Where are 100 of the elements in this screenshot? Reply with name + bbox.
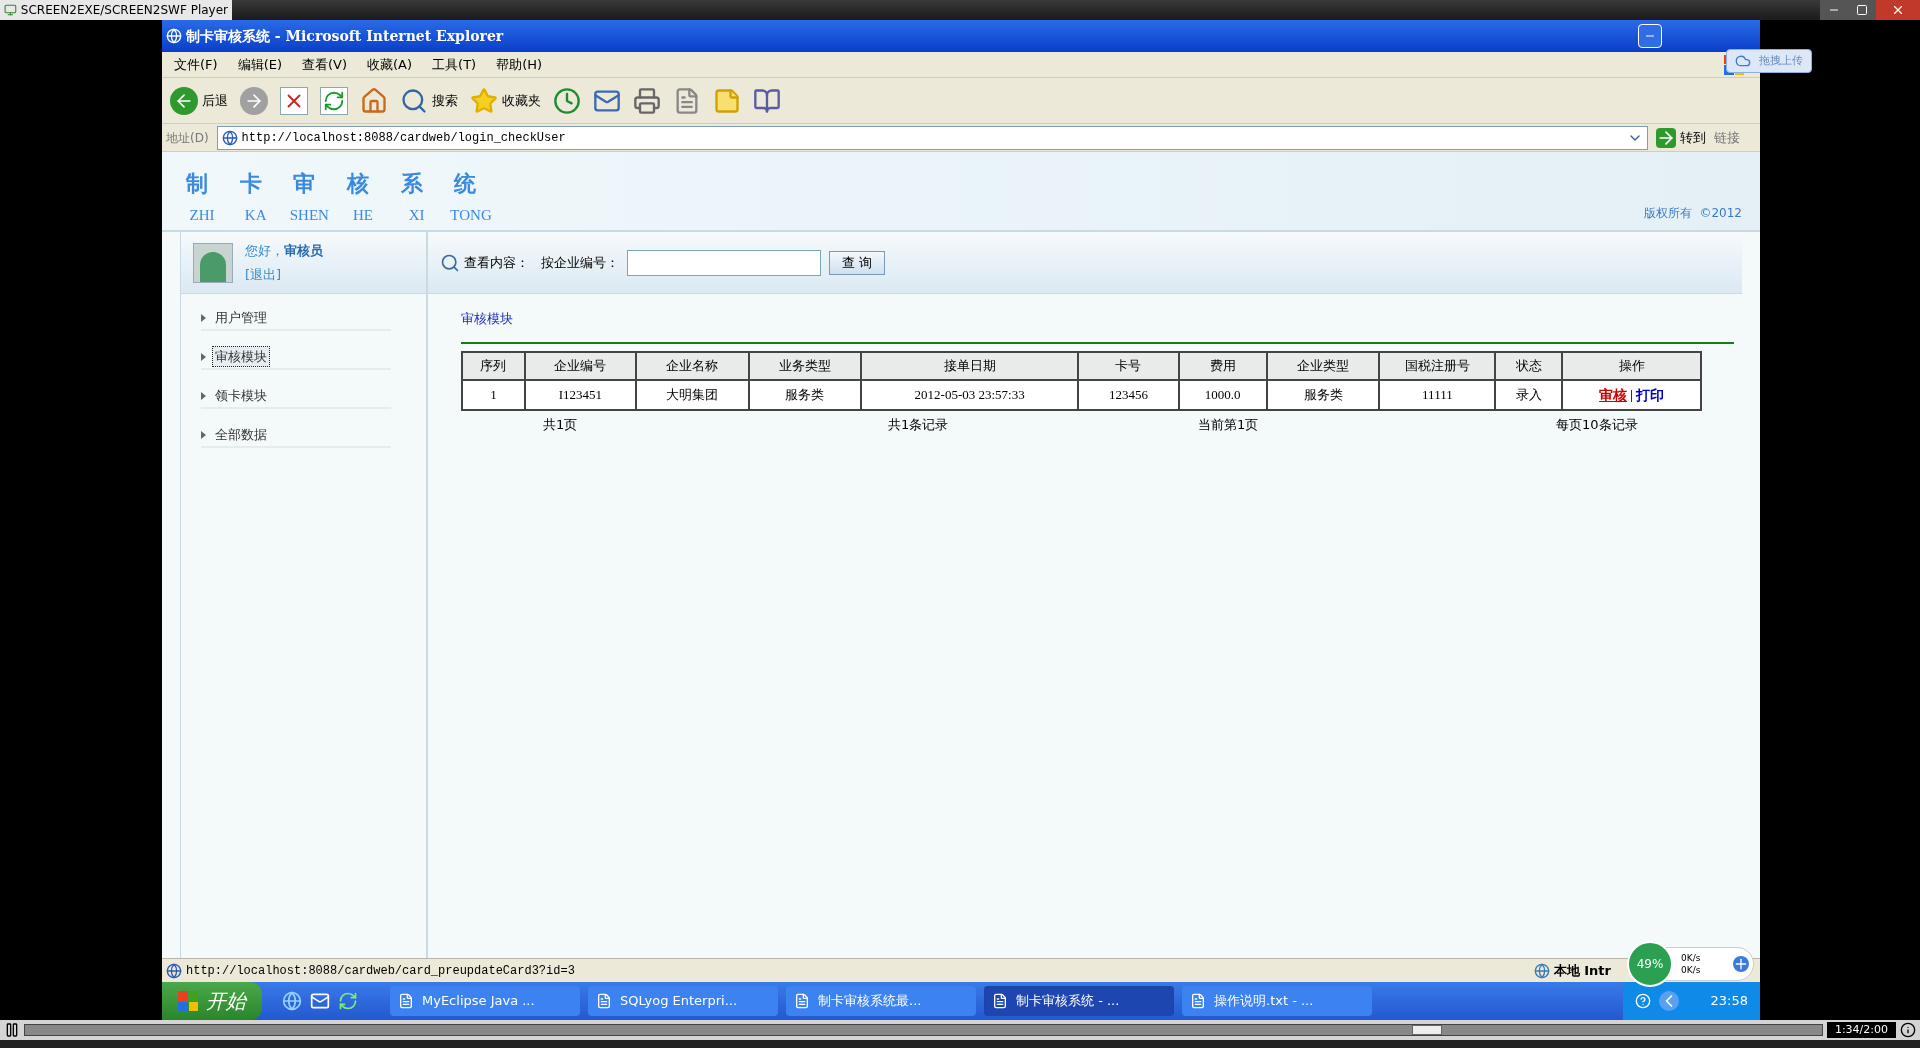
refresh-icon[interactable] <box>338 991 358 1011</box>
logo-character: 系 <box>399 169 424 198</box>
menu-item[interactable]: 文件(F) <box>170 54 222 75</box>
bullet-icon <box>201 391 206 400</box>
address-field[interactable]: http://localhost:8088/cardweb/login_checkUser <box>216 125 1648 150</box>
sidebar-item[interactable]: 审核模块 <box>212 345 270 368</box>
home-button[interactable] <box>360 86 388 115</box>
note-button[interactable] <box>713 86 741 115</box>
sidebar-item[interactable]: 用户管理 <box>212 306 270 329</box>
print-button[interactable] <box>633 86 661 115</box>
column-header: 操作 <box>1562 352 1701 380</box>
search-button[interactable]: 搜索 <box>400 86 458 115</box>
history-button[interactable] <box>553 86 581 115</box>
playback-time: 1:34/2:00 <box>1826 1021 1896 1039</box>
bullet-icon <box>201 430 206 439</box>
greeting: 您好，审核员 <box>245 242 323 260</box>
minimize-button[interactable] <box>1820 0 1848 20</box>
logo-pinyin: XI <box>407 205 426 225</box>
table-cell: 2012-05-03 23:57:33 <box>861 380 1078 410</box>
windows-logo-icon <box>178 991 198 1011</box>
mail-icon[interactable] <box>310 991 330 1011</box>
menu-item[interactable]: 工具(T) <box>428 54 481 75</box>
menu-item[interactable]: 收藏(A) <box>363 54 417 75</box>
section-title: 审核模块 <box>461 311 513 326</box>
taskbar-task[interactable]: 操作说明.txt - ... <box>1182 986 1372 1016</box>
add-icon[interactable] <box>1733 956 1749 972</box>
seek-track[interactable] <box>24 1024 1823 1036</box>
logo-pinyin: TONG <box>450 205 491 225</box>
go-button[interactable]: 转到 <box>1656 127 1706 148</box>
table-cell: 1 <box>462 380 525 410</box>
window-title: 制卡审核系统 - Microsoft Internet Explorer <box>186 26 504 46</box>
query-button[interactable]: 查 询 <box>829 250 886 275</box>
menu-item[interactable]: 编辑(E) <box>233 54 286 75</box>
sidebar-item[interactable]: 全部数据 <box>212 423 270 446</box>
menu-item[interactable]: 帮助(H) <box>492 54 547 75</box>
table-cell: 1000.0 <box>1178 380 1267 410</box>
upload-label: 拖拽上传 <box>1759 52 1803 69</box>
clock: 23:58 <box>1710 992 1748 1011</box>
player-title: SCREEN2EXE/SCREEN2SWF Player <box>20 2 228 19</box>
minimize-button[interactable] <box>1638 24 1662 48</box>
player-icon <box>4 3 17 17</box>
action-link[interactable]: 打印 <box>1636 384 1665 406</box>
action-link[interactable]: 审核 <box>1599 384 1628 406</box>
document-icon <box>992 993 1008 1009</box>
logo-pinyin: HE <box>352 205 374 225</box>
pagination-text: 每页10条记录 <box>1556 416 1639 434</box>
download-speed: 0K/s <box>1681 964 1701 976</box>
table-cell: 11111 <box>1379 380 1496 410</box>
search-label: 查看内容： <box>464 253 529 272</box>
info-icon[interactable] <box>1900 1022 1916 1038</box>
history-icon <box>553 86 581 115</box>
upload-speed: 0K/s <box>1681 952 1701 964</box>
taskbar-task[interactable]: 制卡审核系统最... <box>786 986 976 1016</box>
home-icon <box>360 86 388 115</box>
menu-item[interactable]: 查看(V) <box>298 54 352 75</box>
refresh-button[interactable] <box>320 86 348 115</box>
favorites-icon <box>470 86 498 115</box>
taskbar-task[interactable]: 制卡审核系统 - ... <box>984 986 1174 1016</box>
favorites-button[interactable]: 收藏夹 <box>470 86 541 115</box>
search-icon <box>400 86 428 115</box>
avatar <box>193 242 233 283</box>
document-icon <box>794 993 810 1009</box>
windows-logo-icon <box>1724 54 1744 75</box>
document-icon <box>398 993 414 1009</box>
page-icon <box>166 962 182 979</box>
pagination-text: 共1页 <box>543 416 579 434</box>
maximize-icon <box>1856 4 1868 16</box>
bullet-icon <box>201 313 206 322</box>
company-number-field[interactable] <box>627 249 821 276</box>
column-header: 序列 <box>462 352 525 380</box>
logo-pinyin: SHEN <box>289 205 330 225</box>
document-icon <box>596 993 612 1009</box>
logo-character: 统 <box>452 169 478 198</box>
expand-icon[interactable] <box>1658 991 1679 1011</box>
field-label: 按企业编号： <box>541 253 619 272</box>
forward-button[interactable] <box>240 86 268 115</box>
start-button[interactable]: 开始 <box>162 982 262 1020</box>
logo-character: 核 <box>345 169 370 198</box>
help-icon[interactable] <box>1634 993 1651 1009</box>
back-button[interactable]: 后退 <box>170 86 228 115</box>
zone-icon <box>1533 962 1550 979</box>
stop-icon <box>280 86 308 115</box>
column-header: 国税注册号 <box>1379 352 1496 380</box>
maximize-button[interactable] <box>1848 0 1876 20</box>
logo-character: 制 <box>184 169 209 198</box>
document-icon <box>1190 993 1206 1009</box>
close-icon <box>1891 3 1905 17</box>
links-label[interactable]: 链接 <box>1714 127 1756 148</box>
sidebar-item[interactable]: 领卡模块 <box>212 384 270 407</box>
pause-icon[interactable] <box>4 1022 20 1038</box>
note-icon <box>713 86 741 115</box>
address-url: http://localhost:8088/cardweb/login_checkUser <box>241 129 566 147</box>
table-cell: 服务类 <box>748 380 862 410</box>
taskbar-task[interactable]: MyEclipse Java ... <box>390 986 580 1016</box>
refresh-icon <box>320 86 348 115</box>
taskbar-task[interactable]: SQLyog Enterpri... <box>588 986 778 1016</box>
zone-label: 本地 Intr <box>1553 961 1611 980</box>
stop-button[interactable] <box>280 86 308 115</box>
status-url: http://localhost:8088/cardweb/card_preupdateCard3?id=3 <box>186 962 575 980</box>
table-cell: I123451 <box>524 380 636 410</box>
